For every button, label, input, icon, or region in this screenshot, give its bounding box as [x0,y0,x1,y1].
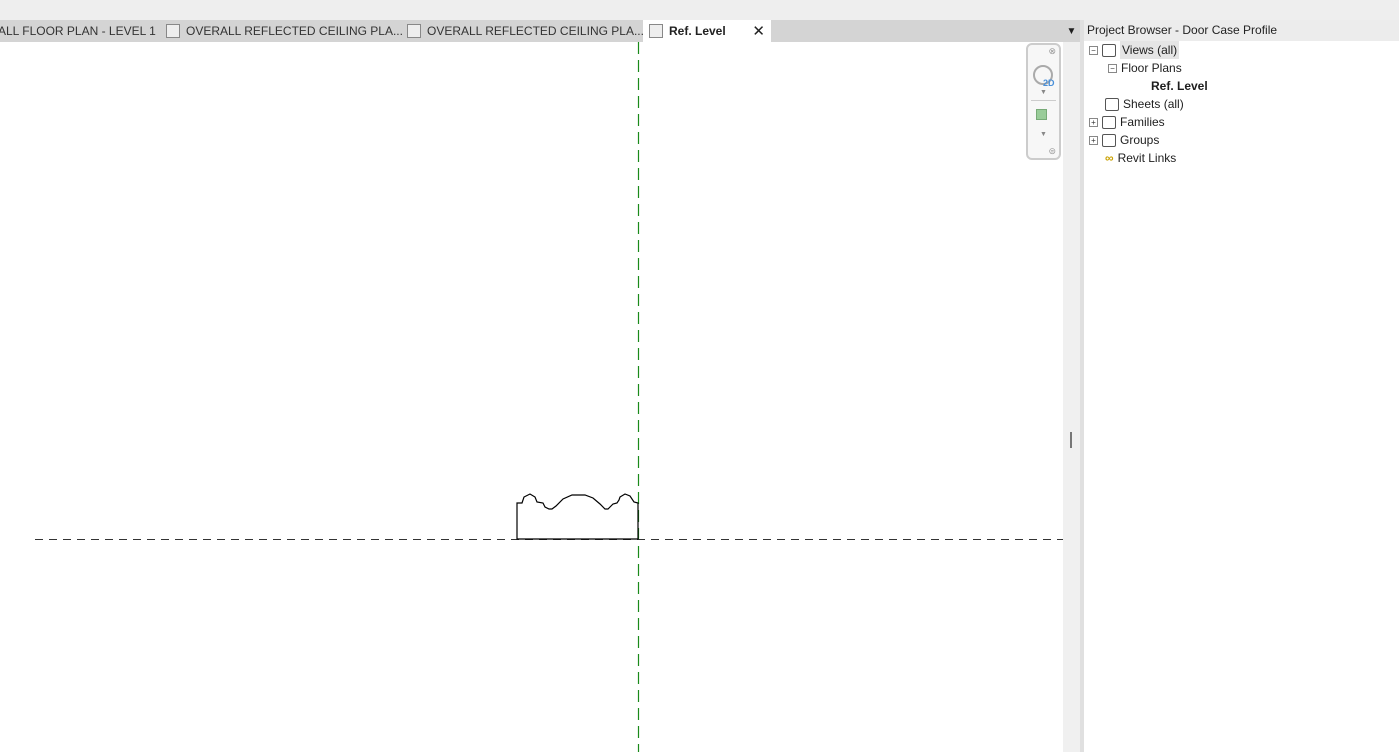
drawing-svg [35,42,1063,752]
tree-item-sheets[interactable]: Sheets (all) [1105,95,1184,113]
tree-label: Ref. Level [1151,79,1208,93]
tree-item-groups[interactable]: + Groups [1089,131,1159,149]
tree-item-families[interactable]: + Families [1089,113,1165,131]
view-tab-bar: ALL FLOOR PLAN - LEVEL 1 OVERALL REFLECT… [0,20,1080,42]
tree-label: Floor Plans [1121,61,1182,75]
vertical-scrollbar[interactable] [1063,42,1080,752]
tab-list-dropdown-icon[interactable]: ▼ [1063,20,1080,42]
tree-label: Families [1120,115,1165,129]
families-icon [1102,115,1116,129]
tree-label: Groups [1120,133,1160,147]
close-navbar-icon[interactable]: ⊗ [1048,46,1056,57]
tab-label: OVERALL REFLECTED CEILING PLA... [186,24,403,38]
expand-icon[interactable]: + [1089,117,1098,127]
tab-label: Ref. Level [669,24,726,38]
tree-label: Revit Links [1117,151,1177,165]
tab-ref-level[interactable]: Ref. Level ✕ [643,20,771,42]
floor-plan-icon [649,24,663,38]
close-tab-icon[interactable]: ✕ [752,22,765,40]
sheet-view-icon [166,24,180,38]
navbar-options-icon[interactable]: ⊜ [1048,146,1056,157]
groups-icon [1102,133,1116,147]
collapse-icon[interactable]: − [1089,45,1098,55]
views-icon [1102,43,1116,57]
wheel-dropdown-icon[interactable]: ▼ [1040,89,1047,96]
tree-item-floor-plans[interactable]: − Floor Plans [1108,59,1182,77]
collapse-icon[interactable]: − [1108,63,1117,73]
tab-reflected-ceiling-2[interactable]: OVERALL REFLECTED CEILING PLA... [401,20,650,42]
tree-label: Views (all) [1120,41,1180,59]
drawing-canvas[interactable] [0,42,1063,752]
navigation-bar: ⊗ 2D ▼ ▼ ⊜ [1026,43,1061,160]
tab-floor-plan-level-1[interactable]: ALL FLOOR PLAN - LEVEL 1 [0,20,162,42]
tab-reflected-ceiling-1[interactable]: OVERALL REFLECTED CEILING PLA... [160,20,409,42]
tree-item-views[interactable]: − Views (all) [1089,41,1180,59]
sheets-icon [1105,97,1119,111]
splitter-grip[interactable] [1070,432,1072,448]
tree-item-ref-level[interactable]: Ref. Level [1151,77,1208,95]
tree-item-revit-links[interactable]: ∞ Revit Links [1105,149,1176,167]
expand-icon[interactable]: + [1089,135,1098,145]
door-case-profile[interactable] [516,493,639,540]
zoom-dropdown-icon[interactable]: ▼ [1040,131,1047,138]
link-chain-icon: ∞ [1105,151,1114,165]
title-strip [0,0,1399,20]
project-browser: Project Browser - Door Case Profile − Vie… [1084,20,1399,752]
wheel-2d-label: 2D [1043,78,1055,88]
sheet-view-icon [407,24,421,38]
tree-label: Sheets (all) [1123,97,1184,111]
tab-label: OVERALL REFLECTED CEILING PLA... [427,24,644,38]
tab-label: ALL FLOOR PLAN - LEVEL 1 [0,24,156,38]
project-browser-title: Project Browser - Door Case Profile [1084,20,1399,41]
zoom-region-icon[interactable] [1036,109,1047,120]
navbar-divider [1031,100,1056,101]
